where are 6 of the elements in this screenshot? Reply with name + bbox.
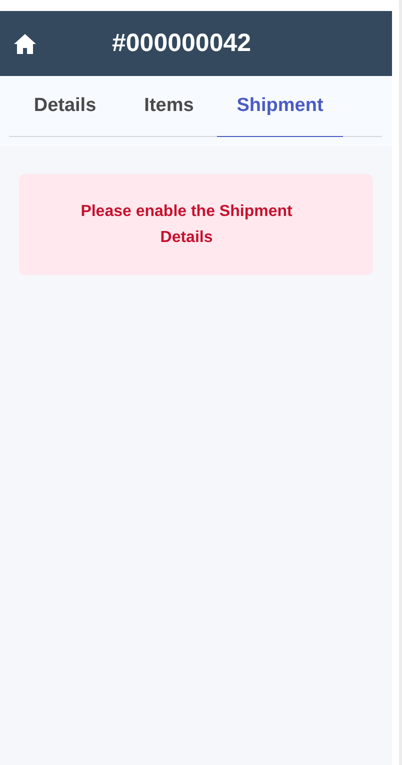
alert-message: Please enable the Shipment Details xyxy=(80,202,294,248)
order-number: #000000042 xyxy=(112,29,252,58)
tab[interactable]: Shipment xyxy=(217,76,343,137)
home-icon[interactable] xyxy=(13,32,37,54)
tab[interactable]: Items xyxy=(121,76,217,137)
tab[interactable]: Details xyxy=(9,76,121,137)
